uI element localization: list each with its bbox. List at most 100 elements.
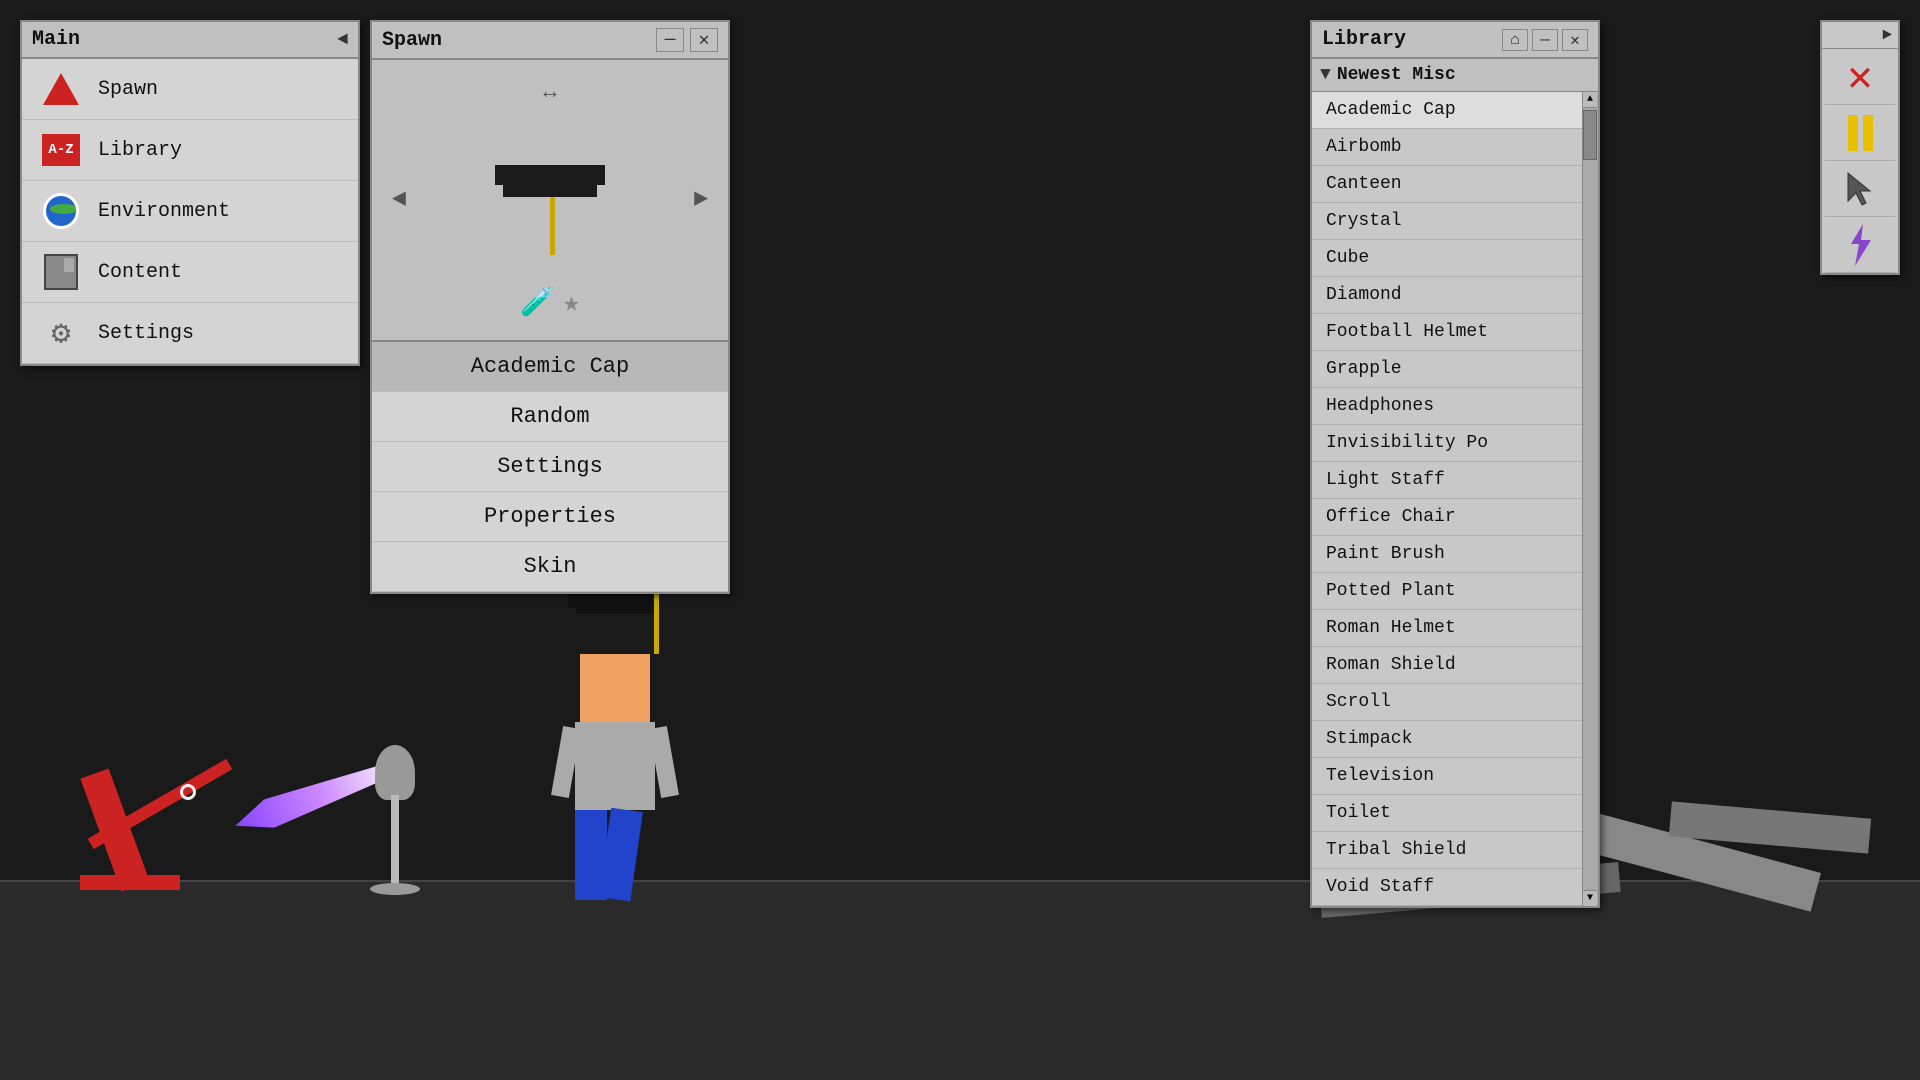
library-item-television[interactable]: Television xyxy=(1312,758,1582,795)
library-item-airbomb[interactable]: Airbomb xyxy=(1312,129,1582,166)
white-circle-object xyxy=(180,784,196,800)
settings-label: Settings xyxy=(98,322,194,345)
toolbar-close-button[interactable]: ✕ xyxy=(1825,49,1895,105)
library-label: Library xyxy=(98,139,182,162)
library-home-button[interactable]: ⌂ xyxy=(1502,29,1528,51)
library-item-stimpack[interactable]: Stimpack xyxy=(1312,721,1582,758)
spawn-panel: Spawn — ✕ ↔ ◄ ► 🧪 ★ Academic Cap Random … xyxy=(370,20,730,594)
library-panel-titlebar: Library ⌂ — ✕ xyxy=(1312,22,1598,59)
library-item-potted-plant[interactable]: Potted Plant xyxy=(1312,573,1582,610)
ground xyxy=(0,880,1920,1080)
library-item-academic-cap[interactable]: Academic Cap xyxy=(1312,92,1582,129)
library-filter-label[interactable]: Newest Misc xyxy=(1337,65,1456,85)
library-item-toilet[interactable]: Toilet xyxy=(1312,795,1582,832)
spawn-menu-item-academic-cap[interactable]: Academic Cap xyxy=(372,342,728,392)
sidebar-item-library[interactable]: A-Z Library xyxy=(22,120,358,181)
library-item-crystal[interactable]: Crystal xyxy=(1312,203,1582,240)
library-panel: Library ⌂ — ✕ ▼ Newest Misc Academic Cap… xyxy=(1310,20,1600,908)
spawn-titlebar-buttons: — ✕ xyxy=(656,28,718,52)
sidebar-item-settings[interactable]: ⚙ Settings xyxy=(22,303,358,364)
settings-icon-wrapper: ⚙ xyxy=(36,313,86,353)
library-list: Academic Cap Airbomb Canteen Crystal Cub… xyxy=(1312,92,1582,906)
sidebar-item-spawn[interactable]: Spawn xyxy=(22,59,358,120)
content-icon-wrapper xyxy=(36,252,86,292)
scrollbar-thumb[interactable] xyxy=(1583,110,1597,160)
library-item-office-chair[interactable]: Office Chair xyxy=(1312,499,1582,536)
pause-bar-right xyxy=(1863,115,1873,151)
lightning-icon xyxy=(1845,224,1875,266)
library-item-headphones[interactable]: Headphones xyxy=(1312,388,1582,425)
spawn-object-preview xyxy=(495,165,605,255)
library-item-paint-brush[interactable]: Paint Brush xyxy=(1312,536,1582,573)
library-item-invisibility[interactable]: Invisibility Po xyxy=(1312,425,1582,462)
library-scrollbar[interactable]: ▲ ▼ xyxy=(1582,92,1598,906)
char-legs xyxy=(575,810,655,900)
spawn-menu-item-properties[interactable]: Properties xyxy=(372,492,728,542)
main-panel-collapse-button[interactable]: ◄ xyxy=(337,30,348,50)
library-item-void-staff[interactable]: Void Staff xyxy=(1312,869,1582,906)
content-label: Content xyxy=(98,261,182,284)
star-icon[interactable]: ★ xyxy=(563,285,580,320)
library-panel-title: Library xyxy=(1322,28,1406,51)
toolbar-cursor-button[interactable] xyxy=(1825,161,1895,217)
environment-icon-wrapper xyxy=(36,191,86,231)
flask-icon[interactable]: 🧪 xyxy=(520,285,555,320)
preview-cap-top xyxy=(495,165,605,185)
spawn-icon xyxy=(43,73,79,105)
main-panel-titlebar: Main ◄ xyxy=(22,22,358,59)
sidebar-item-environment[interactable]: Environment xyxy=(22,181,358,242)
mic-base xyxy=(370,883,420,895)
sidebar-item-content[interactable]: Content xyxy=(22,242,358,303)
char-cap-brim xyxy=(576,604,654,614)
mic-pole xyxy=(391,795,399,895)
library-close-button[interactable]: ✕ xyxy=(1562,29,1588,51)
toolbar-collapse-button[interactable]: ► xyxy=(1882,26,1892,44)
spawn-menu: Academic Cap Random Settings Properties … xyxy=(372,340,728,592)
spawn-menu-item-settings[interactable]: Settings xyxy=(372,442,728,492)
spawn-icon-wrapper xyxy=(36,69,86,109)
library-item-diamond[interactable]: Diamond xyxy=(1312,277,1582,314)
library-titlebar-buttons: ⌂ — ✕ xyxy=(1502,29,1588,51)
main-panel-title: Main xyxy=(32,28,80,51)
red-jack-object xyxy=(80,690,280,890)
spawn-panel-title: Spawn xyxy=(382,29,442,52)
library-item-cube[interactable]: Cube xyxy=(1312,240,1582,277)
library-list-wrapper: Academic Cap Airbomb Canteen Crystal Cub… xyxy=(1312,92,1598,906)
cursor-icon xyxy=(1844,171,1876,207)
scrollbar-down-arrow[interactable]: ▼ xyxy=(1583,890,1597,906)
char-head xyxy=(580,654,650,722)
preview-cap-brim xyxy=(503,185,597,197)
library-item-canteen[interactable]: Canteen xyxy=(1312,166,1582,203)
spawn-menu-item-random[interactable]: Random xyxy=(372,392,728,442)
toolbar-pause-button[interactable] xyxy=(1825,105,1895,161)
microphone-stand xyxy=(370,745,420,895)
library-item-roman-shield[interactable]: Roman Shield xyxy=(1312,647,1582,684)
library-item-tribal-shield[interactable]: Tribal Shield xyxy=(1312,832,1582,869)
library-item-scroll[interactable]: Scroll xyxy=(1312,684,1582,721)
spawn-menu-item-skin[interactable]: Skin xyxy=(372,542,728,592)
spawn-nav-left[interactable]: ◄ xyxy=(392,187,406,214)
scrollbar-up-arrow[interactable]: ▲ xyxy=(1583,92,1597,108)
library-filter-arrow[interactable]: ▼ xyxy=(1320,65,1331,85)
library-item-football-helmet[interactable]: Football Helmet xyxy=(1312,314,1582,351)
spawn-close-button[interactable]: ✕ xyxy=(690,28,718,52)
spawn-nav-right[interactable]: ► xyxy=(694,187,708,214)
environment-label: Environment xyxy=(98,200,230,223)
spawn-bottom-icons: 🧪 ★ xyxy=(520,285,580,320)
char-tassel xyxy=(654,592,659,654)
spawn-preview-area: ↔ ◄ ► 🧪 ★ xyxy=(372,60,728,340)
library-minimize-button[interactable]: — xyxy=(1532,29,1558,51)
spawn-panel-titlebar: Spawn — ✕ xyxy=(372,22,728,60)
library-item-light-staff[interactable]: Light Staff xyxy=(1312,462,1582,499)
main-panel: Main ◄ Spawn A-Z Library Environment Con… xyxy=(20,20,360,366)
spawn-minimize-button[interactable]: — xyxy=(656,28,684,52)
library-item-roman-helmet[interactable]: Roman Helmet xyxy=(1312,610,1582,647)
library-icon-wrapper: A-Z xyxy=(36,130,86,170)
x-red-icon: ✕ xyxy=(1847,51,1872,103)
pause-icon xyxy=(1848,115,1873,151)
toolbar-top-row: ► xyxy=(1822,22,1898,49)
toolbar-lightning-button[interactable] xyxy=(1825,217,1895,273)
library-item-grapple[interactable]: Grapple xyxy=(1312,351,1582,388)
library-filter-row: ▼ Newest Misc xyxy=(1312,59,1598,92)
right-toolbar: ► ✕ xyxy=(1820,20,1900,275)
